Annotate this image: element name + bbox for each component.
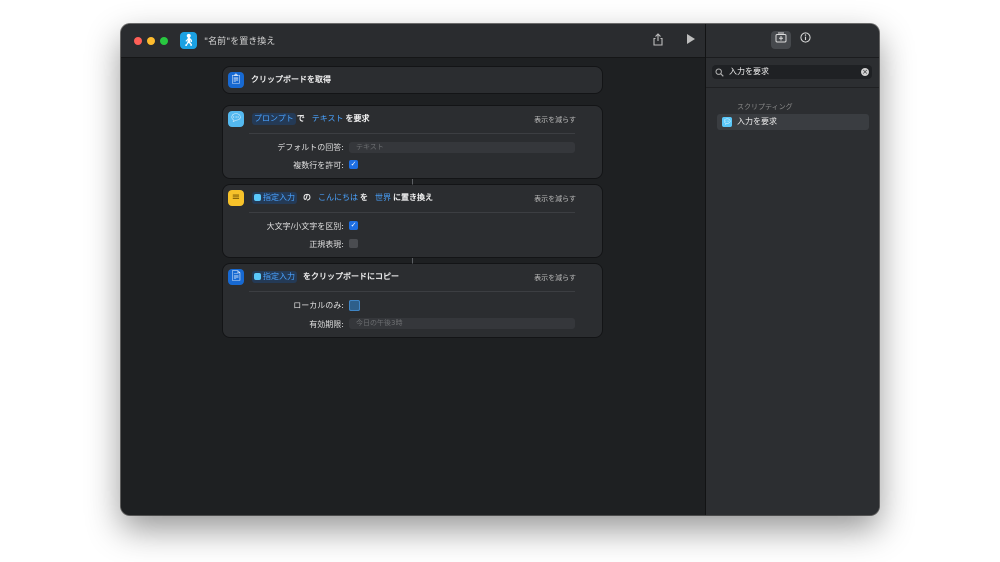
expire-placeholder: 今日の午後3時	[356, 319, 403, 327]
action-title: クリップボードを取得	[251, 75, 331, 84]
action-phrase: 指定入力のこんにちはを世界 に置き換え	[251, 192, 433, 204]
title-bar: 🚶︎ "名前"を置き換え	[121, 24, 706, 58]
action-replace-text[interactable]: ≡ 指定入力のこんにちはを世界 に置き換え 表示を減らす 大文字/小文字を区別: …	[223, 185, 602, 257]
shortcuts-window: 🚶︎ "名前"を置き換え 📋︎ クリップボードを取得 💬︎ プロンプトでテキスト…	[121, 24, 879, 515]
clear-icon[interactable]: ×	[861, 68, 869, 76]
default-answer-field[interactable]: テキスト	[349, 142, 575, 153]
divider	[249, 291, 575, 292]
action-header: 📋︎ クリップボードを取得	[223, 67, 602, 93]
text-icon: ≡	[228, 190, 244, 206]
find-token[interactable]: こんにちは	[318, 192, 358, 204]
phrase-word: の	[303, 193, 311, 202]
phrase-word: をクリップボードにコピー	[303, 272, 399, 281]
shortcut-editor: 📋︎ クリップボードを取得 💬︎ プロンプトでテキスト を要求 表示を減らす デフ…	[121, 58, 705, 515]
input-token[interactable]: 指定入力	[252, 271, 297, 283]
case-sensitive-label: 大文字/小文字を区別:	[266, 222, 344, 231]
expire-label: 有効期限:	[309, 320, 344, 329]
window-title: "名前"を置き換え	[204, 37, 276, 47]
ask-input-icon: 💬︎	[722, 117, 732, 127]
search-value: 入力を要求	[729, 67, 769, 76]
allow-multiline-label: 複数行を許可:	[293, 161, 344, 170]
variable-icon	[254, 194, 261, 201]
default-answer-label: デフォルトの回答:	[277, 143, 344, 152]
action-header: ≡ 指定入力のこんにちはを世界 に置き換え 表示を減らす	[223, 185, 602, 211]
magnifying-glass-icon	[715, 65, 724, 82]
regex-checkbox[interactable]	[349, 239, 358, 248]
action-library-icon[interactable]	[771, 31, 791, 49]
action-header: 📄︎ 指定入力 をクリップボードにコピー 表示を減らす	[223, 264, 602, 290]
expire-field[interactable]: 今日の午後3時	[349, 318, 575, 329]
sidebar-header	[706, 24, 879, 58]
action-phrase: 指定入力 をクリップボードにコピー	[251, 271, 399, 283]
phrase-word: を要求	[345, 114, 370, 123]
minimize-window-button[interactable]	[147, 37, 155, 45]
show-less-button[interactable]: 表示を減らす	[534, 194, 576, 204]
replace-token[interactable]: 世界	[375, 192, 391, 204]
zoom-window-button[interactable]	[160, 37, 168, 45]
clipboard-icon: 📋︎	[228, 72, 244, 88]
show-less-button[interactable]: 表示を減らす	[534, 115, 576, 125]
variable-icon	[254, 273, 261, 280]
local-only-toggle[interactable]	[349, 300, 360, 311]
prompt-token[interactable]: プロンプト	[252, 113, 296, 125]
figure-walking-icon[interactable]: 🚶︎	[180, 32, 197, 49]
default-answer-placeholder: テキスト	[356, 143, 384, 151]
action-sidebar: 入力を要求 × スクリプティング 💬︎ 入力を要求	[706, 24, 879, 515]
action-search-field[interactable]: 入力を要求 ×	[712, 65, 872, 79]
ask-input-icon: 💬︎	[228, 111, 244, 127]
divider	[249, 133, 575, 134]
regex-label: 正規表現:	[309, 240, 344, 249]
section-title: スクリプティング	[737, 103, 793, 111]
input-token[interactable]: 指定入力	[252, 192, 297, 204]
close-window-button[interactable]	[134, 37, 142, 45]
divider	[706, 87, 879, 88]
phrase-word: を	[360, 193, 368, 202]
phrase-word: に置き換え	[393, 193, 433, 202]
input-type-token[interactable]: テキスト	[312, 113, 344, 125]
action-ask-for-input[interactable]: 💬︎ プロンプトでテキスト を要求 表示を減らす デフォルトの回答: テキスト 複…	[223, 106, 602, 178]
copy-icon: 📄︎	[228, 269, 244, 285]
local-only-label: ローカルのみ:	[293, 301, 344, 310]
action-copy-to-clipboard[interactable]: 📄︎ 指定入力 をクリップボードにコピー 表示を減らす ローカルのみ: 有効期限:…	[223, 264, 602, 337]
result-item-ask-for-input[interactable]: 💬︎ 入力を要求	[717, 114, 869, 130]
divider	[249, 212, 575, 213]
allow-multiline-checkbox[interactable]: ✓	[349, 160, 358, 169]
phrase-word: で	[296, 114, 305, 123]
case-sensitive-checkbox[interactable]: ✓	[349, 221, 358, 230]
action-get-clipboard[interactable]: 📋︎ クリップボードを取得	[223, 67, 602, 93]
show-less-button[interactable]: 表示を減らす	[534, 273, 576, 283]
action-header: 💬︎ プロンプトでテキスト を要求 表示を減らす	[223, 106, 602, 132]
share-icon[interactable]	[652, 33, 664, 49]
result-item-label: 入力を要求	[737, 117, 777, 126]
action-phrase: プロンプトでテキスト を要求	[251, 113, 370, 125]
info-icon[interactable]	[795, 31, 815, 49]
play-icon[interactable]	[686, 33, 696, 48]
